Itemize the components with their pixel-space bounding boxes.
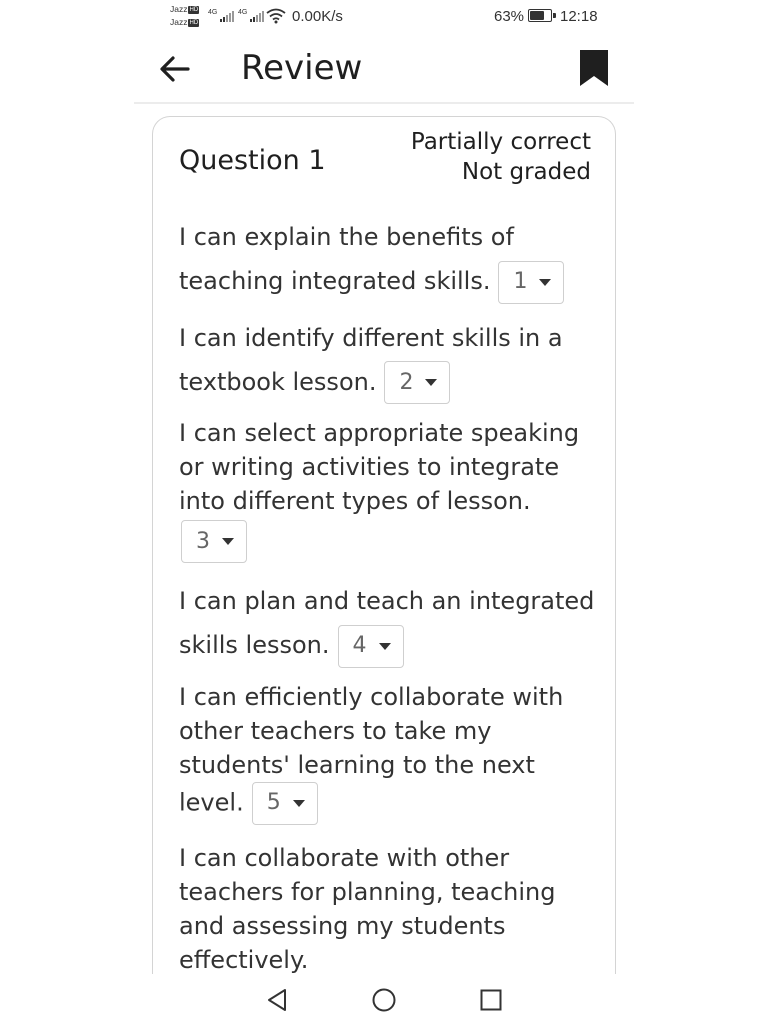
circle-home-icon[interactable] <box>371 988 397 1014</box>
list-item: I can select appropriate speaking or wri… <box>179 416 599 563</box>
caret-down-icon <box>539 278 552 286</box>
question-grade-state: Partially correct <box>410 129 591 155</box>
rating-select[interactable]: 1 <box>498 260 565 304</box>
rating-select-value: 1 <box>513 269 528 294</box>
carrier-info: Jazz HD Jazz HD <box>170 3 200 29</box>
item-text: I can identify different skills in a tex… <box>179 323 563 396</box>
rating-select-value: 4 <box>352 633 367 658</box>
wifi-icon <box>266 8 286 24</box>
caret-down-icon <box>378 642 391 650</box>
list-item: I can plan and teach an integrated skill… <box>179 579 599 668</box>
bookmark-icon[interactable] <box>578 48 610 88</box>
battery-fill <box>530 11 544 20</box>
caret-down-icon <box>292 799 305 807</box>
triangle-back-icon[interactable] <box>266 988 288 1012</box>
caret-down-icon <box>222 538 234 545</box>
hd-badge: HD <box>188 19 200 27</box>
rating-select[interactable]: 2 <box>384 361 451 404</box>
list-item: I can efficiently collaborate with other… <box>179 680 599 825</box>
signal-icon: 4G <box>238 9 264 22</box>
svg-text:4G: 4G <box>208 9 217 16</box>
rating-select[interactable]: 3 <box>181 520 247 563</box>
arrow-left-icon[interactable] <box>158 52 192 86</box>
rating-select[interactable]: 4 <box>337 624 404 668</box>
item-text: I can explain the benefits of teaching i… <box>179 223 514 295</box>
battery-icon <box>528 9 556 22</box>
clock: 12:18 <box>560 8 598 25</box>
question-card: Question 1 Partially correct Not graded … <box>152 116 616 1022</box>
rating-select-value: 5 <box>266 790 281 815</box>
hd-badge: HD <box>188 6 200 14</box>
question-grading-note: Not graded <box>461 159 591 185</box>
page-title: Review <box>241 48 363 88</box>
rating-select[interactable]: 5 <box>251 781 318 825</box>
battery-percent: 63% <box>494 8 525 25</box>
svg-text:4G: 4G <box>238 9 247 16</box>
item-text: I can efficiently collaborate with other… <box>179 682 564 817</box>
item-text: I can select appropriate speaking or wri… <box>179 419 580 515</box>
net-speed: 0.00K/s <box>292 8 343 25</box>
list-item: I can explain the benefits of teaching i… <box>179 215 599 304</box>
rating-select-value: 3 <box>196 528 210 554</box>
caret-down-icon <box>425 379 438 386</box>
app-bar: Review <box>134 36 634 102</box>
signal-icon: 4G <box>208 9 234 22</box>
item-text: I can collaborate with other teachers fo… <box>179 843 556 974</box>
carrier-2-label: Jazz <box>170 17 188 27</box>
status-bar: Jazz HD Jazz HD 4G 4G 0.00K/s 63% 12:18 <box>0 0 768 34</box>
app-bar-divider <box>134 102 634 104</box>
carrier-1-label: Jazz <box>170 4 188 14</box>
question-items: I can explain the benefits of teaching i… <box>179 215 599 1024</box>
question-title: Question 1 <box>179 145 326 176</box>
screen: JazzHD JazzHD 4G 4G 0.00K/s 63% 12:18 <box>0 0 768 1024</box>
system-nav-bar <box>0 974 768 1024</box>
battery-tip <box>553 13 556 18</box>
list-item: I can identify different skills in a tex… <box>179 316 599 404</box>
question-status: Partially correct Not graded <box>411 127 591 187</box>
rating-select-value: 2 <box>399 369 414 395</box>
square-recents-icon[interactable] <box>480 989 502 1011</box>
